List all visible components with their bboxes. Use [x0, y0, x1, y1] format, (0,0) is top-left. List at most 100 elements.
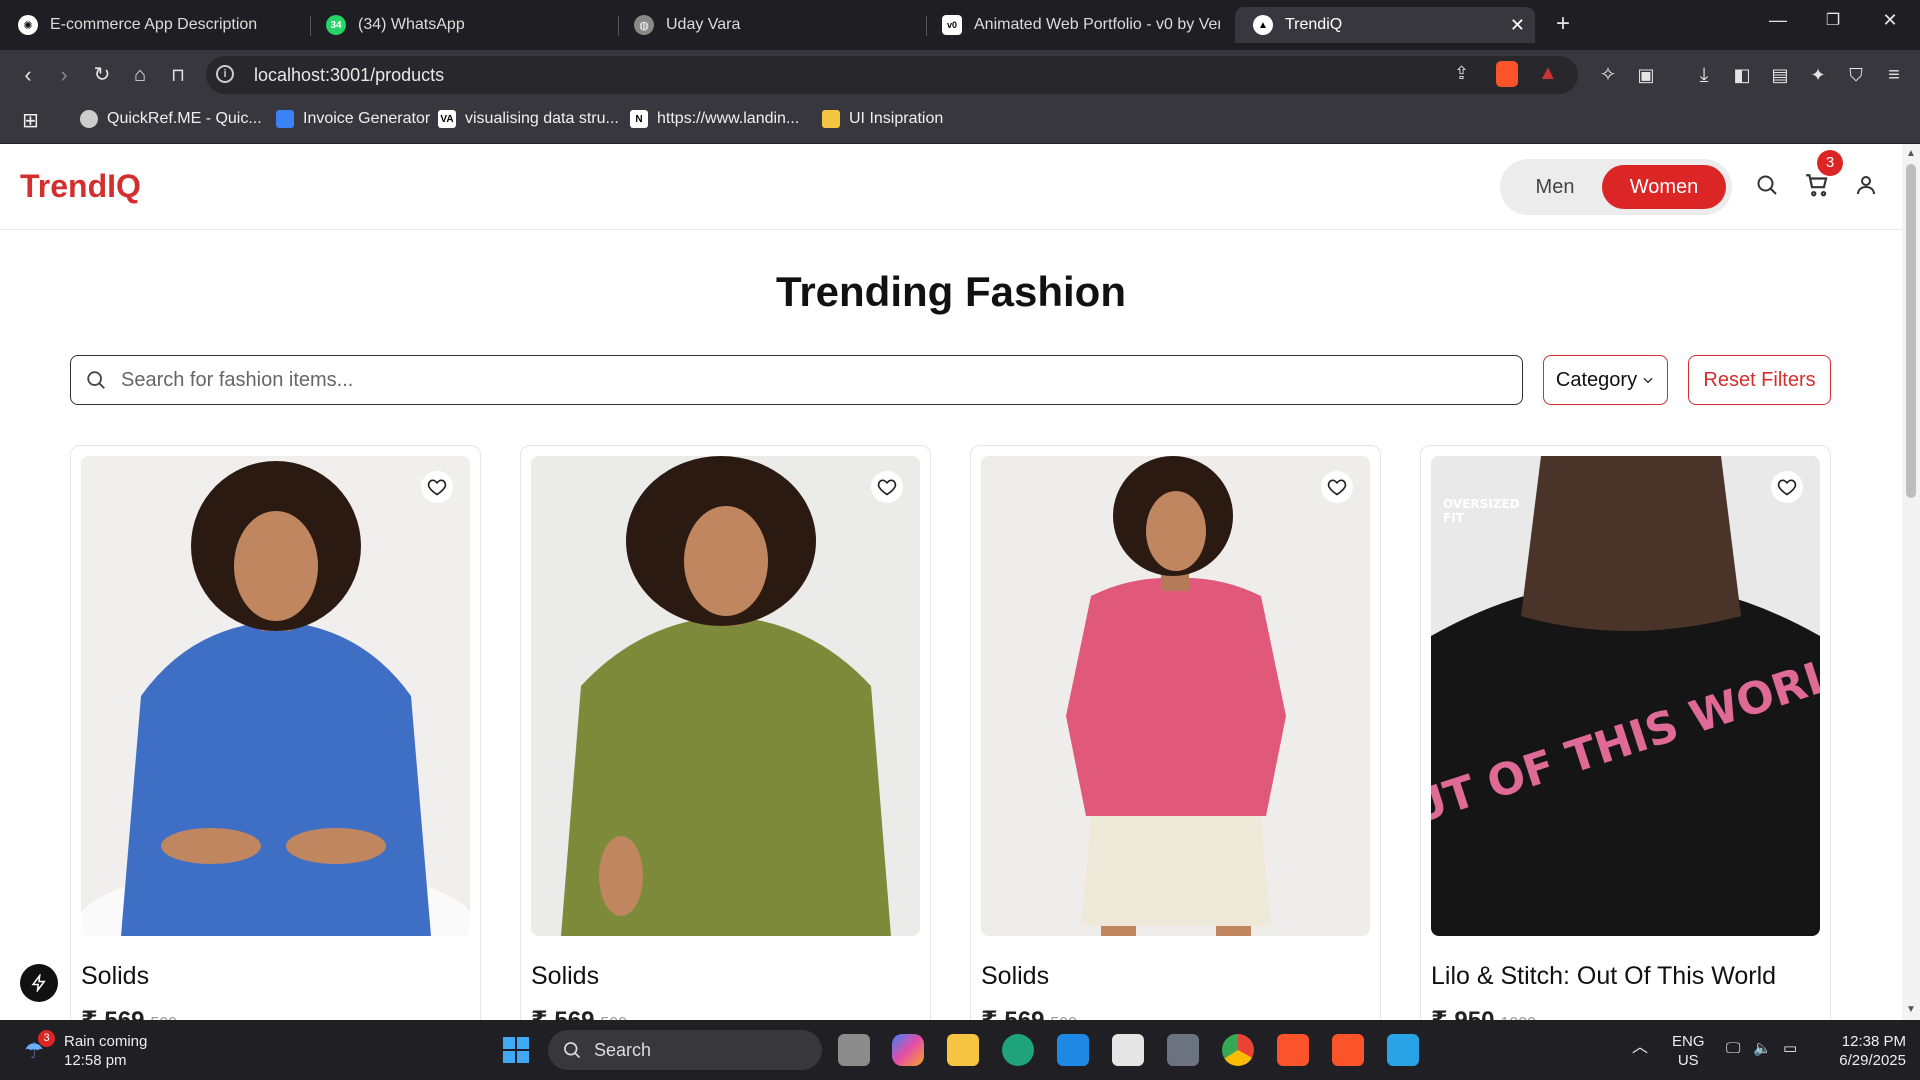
clock[interactable]: 12:38 PM 6/29/2025: [1826, 1032, 1906, 1070]
product-name[interactable]: Solids: [531, 962, 599, 991]
copilot-icon[interactable]: [892, 1034, 924, 1066]
model-photo: [81, 456, 470, 936]
reload-button[interactable]: ↻: [88, 62, 116, 88]
page-scrollbar[interactable]: ▲ ▼: [1902, 144, 1920, 1020]
file-explorer-icon[interactable]: [947, 1034, 979, 1066]
reader-mode-icon[interactable]: ▣: [1632, 62, 1660, 88]
women-button[interactable]: Women: [1602, 165, 1726, 209]
weather-text[interactable]: Rain coming 12:58 pm: [64, 1032, 147, 1070]
close-window-button[interactable]: ✕: [1870, 10, 1910, 31]
tray-overflow-chevron-icon[interactable]: ︿: [1632, 1038, 1648, 1057]
product-price: ₹ 569599: [531, 1006, 627, 1020]
men-button[interactable]: Men: [1520, 159, 1590, 215]
bookmark-button[interactable]: ⊓: [164, 62, 192, 88]
scrollbar-thumb[interactable]: [1906, 164, 1916, 498]
share-icon[interactable]: ⇪: [1454, 63, 1469, 84]
product-name[interactable]: Solids: [981, 962, 1049, 991]
wishlist-heart-icon[interactable]: [421, 471, 453, 503]
calculator-icon[interactable]: [1167, 1034, 1199, 1066]
close-tab-icon[interactable]: ✕: [1510, 15, 1525, 36]
product-image[interactable]: [981, 456, 1370, 936]
category-label: Category: [1555, 368, 1638, 391]
browser-toolbar: ‹ › ↻ ⌂ ⊓ i localhost:3001/products ⇪ ▲ …: [0, 50, 1920, 100]
globe-icon: ◍: [634, 15, 654, 35]
weather-badge: 3: [38, 1030, 55, 1047]
product-card[interactable]: Solids ₹ 569599: [520, 445, 931, 1020]
extensions-icon[interactable]: ✧: [1594, 62, 1622, 88]
dev-tools-bolt-icon[interactable]: [20, 964, 58, 1002]
windows-taskbar: ☂ 3 Rain coming 12:58 pm Search ︿ ENG US…: [0, 1020, 1920, 1080]
product-card[interactable]: Solids ₹ 569599: [970, 445, 1381, 1020]
ms-store-icon[interactable]: [1112, 1034, 1144, 1066]
notion-icon: N: [630, 110, 648, 128]
product-card[interactable]: Solids ₹ 569599: [70, 445, 481, 1020]
edge-icon[interactable]: [1002, 1034, 1034, 1066]
tab-title: TrendiQ: [1285, 16, 1343, 33]
folder-icon: [822, 110, 840, 128]
product-card[interactable]: OUT OF THIS WORLD OVERSIZED FIT Lilo & St…: [1420, 445, 1831, 1020]
brave-shields-icon[interactable]: [1496, 61, 1518, 87]
clock-date: 6/29/2025: [1839, 1052, 1906, 1069]
tab-ecommerce-app-description[interactable]: ✺ E-commerce App Description: [0, 7, 310, 43]
vpn-icon[interactable]: ⛉: [1842, 62, 1870, 88]
wishlist-heart-icon[interactable]: [871, 471, 903, 503]
chrome-icon[interactable]: [1222, 1034, 1254, 1066]
taskbar-search[interactable]: Search: [548, 1030, 822, 1070]
product-image[interactable]: [531, 456, 920, 936]
volume-icon[interactable]: 🔈: [1753, 1039, 1772, 1058]
forward-button[interactable]: ›: [50, 62, 78, 88]
product-name[interactable]: Lilo & Stitch: Out Of This World: [1431, 962, 1776, 991]
site-info-icon[interactable]: i: [216, 65, 234, 83]
photos-icon[interactable]: [1387, 1034, 1419, 1066]
bookmark-landing[interactable]: N https://www.landin...: [630, 110, 799, 128]
bookmarks-bar: ⊞ QuickRef.ME - Quic... Invoice Generato…: [0, 100, 1920, 144]
network-icon[interactable]: 🖵: [1726, 1039, 1740, 1058]
scroll-down-icon[interactable]: ▼: [1906, 1004, 1916, 1015]
address-bar[interactable]: i localhost:3001/products ⇪ ▲: [206, 56, 1578, 94]
bookmark-quickref[interactable]: QuickRef.ME - Quic...: [80, 110, 262, 128]
brave-beta-icon[interactable]: [1332, 1034, 1364, 1066]
product-name[interactable]: Solids: [81, 962, 149, 991]
wishlist-heart-icon[interactable]: [1771, 471, 1803, 503]
weather-time: 12:58 pm: [64, 1052, 127, 1069]
wallet-icon[interactable]: ▤: [1766, 62, 1794, 88]
brand-logo[interactable]: TrendIQ: [20, 168, 141, 205]
minimize-button[interactable]: —: [1758, 10, 1798, 31]
wishlist-heart-icon[interactable]: [1321, 471, 1353, 503]
scroll-up-icon[interactable]: ▲: [1906, 148, 1916, 159]
tab-animated-web-portfolio[interactable]: v0 Animated Web Portfolio - v0 by Vercel: [924, 7, 1220, 43]
search-input[interactable]: [121, 366, 1501, 394]
bookmark-folder-ui-insipration[interactable]: UI Insipration: [822, 110, 943, 128]
tab-whatsapp[interactable]: 34 (34) WhatsApp: [308, 7, 618, 43]
bookmark-visualising-data[interactable]: VA visualising data stru...: [438, 110, 619, 128]
restore-button[interactable]: ❐: [1813, 10, 1853, 30]
search-bar: [70, 355, 1523, 405]
leo-ai-icon[interactable]: ✦: [1804, 62, 1832, 88]
product-image[interactable]: OUT OF THIS WORLD OVERSIZED FIT: [1431, 456, 1820, 936]
new-tab-button[interactable]: +: [1543, 10, 1583, 38]
tab-uday-vara[interactable]: ◍ Uday Vara: [616, 7, 926, 43]
back-button[interactable]: ‹: [14, 62, 42, 88]
language-indicator[interactable]: ENG US: [1672, 1032, 1705, 1070]
category-dropdown[interactable]: Category: [1543, 355, 1668, 405]
vscode-icon[interactable]: [1057, 1034, 1089, 1066]
menu-icon[interactable]: ≡: [1880, 62, 1908, 88]
tab-trendiq[interactable]: ▲ TrendiQ ✕: [1235, 7, 1535, 43]
sidebar-icon[interactable]: ◧: [1728, 62, 1756, 88]
reset-filters-button[interactable]: Reset Filters: [1688, 355, 1831, 405]
battery-icon[interactable]: ▭: [1783, 1039, 1797, 1058]
search-icon: [564, 1042, 581, 1059]
product-image[interactable]: [81, 456, 470, 936]
download-icon[interactable]: ⤓: [1690, 62, 1718, 88]
home-button[interactable]: ⌂: [126, 62, 154, 88]
apps-grid-icon[interactable]: ⊞: [22, 108, 39, 133]
brave-icon[interactable]: [1277, 1034, 1309, 1066]
weather-widget[interactable]: ☂ 3: [24, 1030, 58, 1066]
bookmark-invoice-generator[interactable]: Invoice Generator: [276, 110, 430, 128]
search-icon[interactable]: [1750, 168, 1784, 202]
brave-rewards-icon[interactable]: ▲: [1538, 62, 1558, 85]
task-view-icon[interactable]: [838, 1034, 870, 1066]
windows-start-icon[interactable]: [500, 1034, 532, 1066]
user-icon[interactable]: [1849, 168, 1883, 202]
bookmark-label: visualising data stru...: [465, 110, 619, 127]
